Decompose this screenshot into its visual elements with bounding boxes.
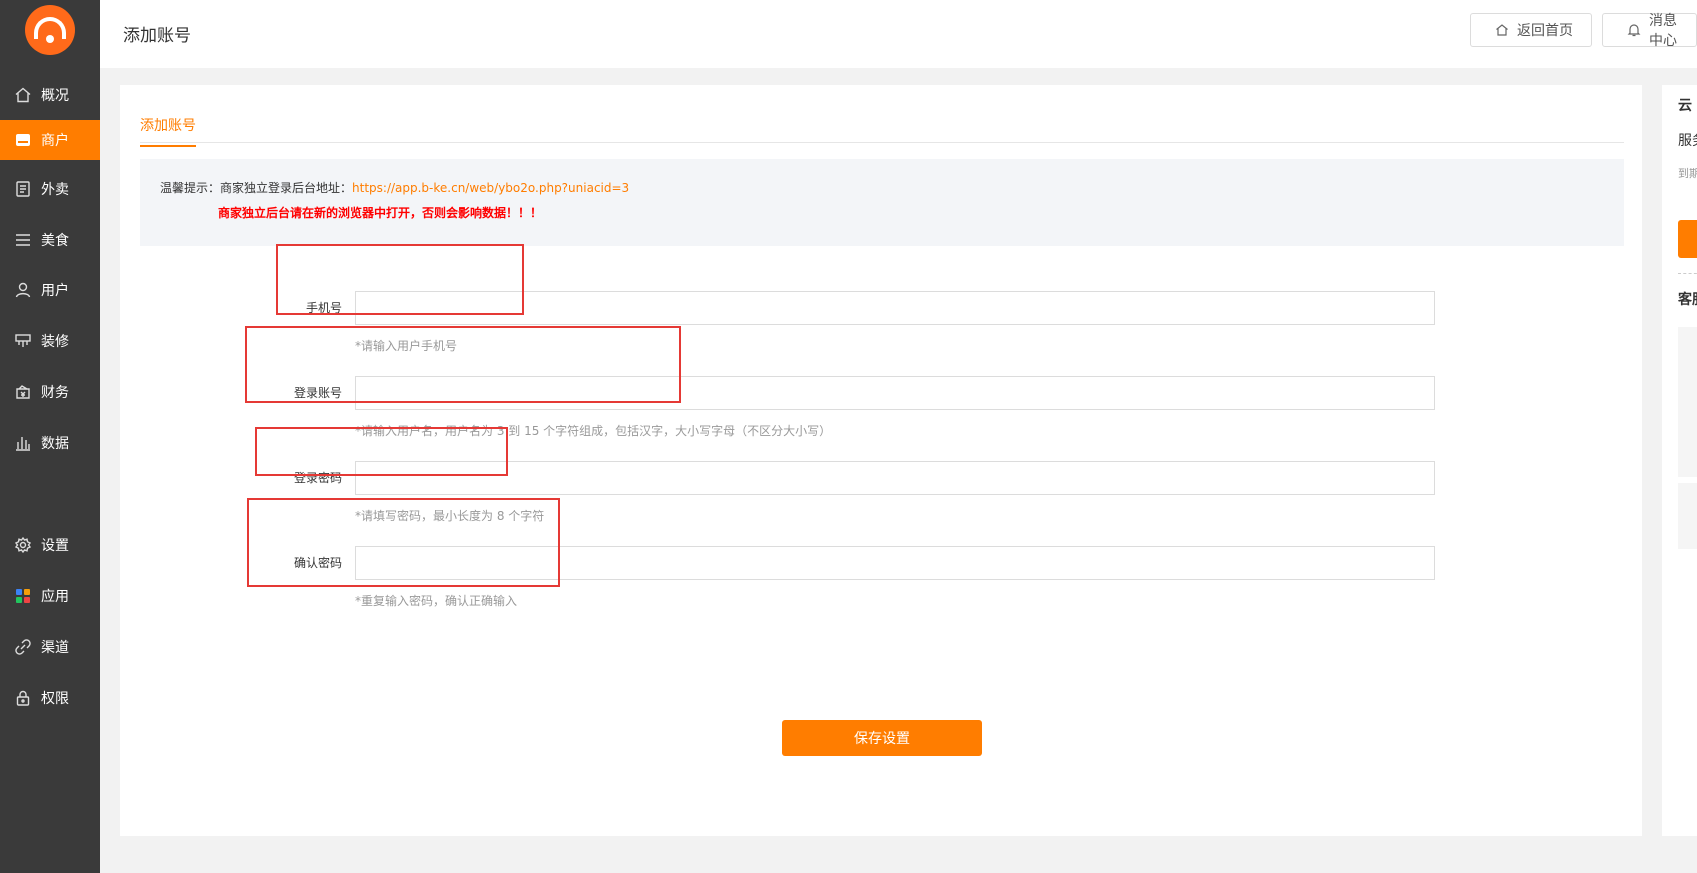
sidebar-item-overview[interactable]: 概况 xyxy=(0,75,100,115)
sidebar-item-label: 概况 xyxy=(41,88,69,104)
notice-line: 温馨提示：商家独立登录后台地址：https://app.b-ke.cn/web/… xyxy=(160,179,1604,196)
page-title: 添加账号 xyxy=(123,26,191,46)
sidebar-item-apps[interactable]: 应用 xyxy=(0,576,100,616)
logo[interactable] xyxy=(25,5,75,55)
user-icon xyxy=(14,281,32,299)
save-button[interactable]: 保存设置 xyxy=(782,720,982,756)
sidebar-item-label: 装修 xyxy=(41,334,69,350)
notice-prefix: 温馨提示：商家独立登录后台地址： xyxy=(160,181,353,195)
highlight-box xyxy=(245,326,681,403)
home-button[interactable]: 返回首页 xyxy=(1470,13,1592,47)
lock-icon xyxy=(14,689,32,707)
right-panel-action-button[interactable] xyxy=(1678,220,1697,258)
sidebar-item-label: 数据 xyxy=(41,436,69,452)
bell-icon xyxy=(1627,23,1641,37)
sidebar: 概况 商户 外卖 美食 用户 装修 财务 数据 设置 应用 渠道 权限 xyxy=(0,0,100,873)
highlight-box xyxy=(247,498,560,587)
support-card xyxy=(1678,327,1697,477)
home-icon xyxy=(14,86,32,104)
sidebar-item-takeout[interactable]: 外卖 xyxy=(0,169,100,209)
sidebar-item-label: 渠道 xyxy=(41,640,69,656)
sidebar-item-merchant[interactable]: 商户 xyxy=(0,120,100,160)
notice-warning: 商家独立后台请在新的浏览器中打开，否则会影响数据！！！ xyxy=(218,206,543,220)
highlight-box xyxy=(276,244,524,315)
sidebar-item-settings[interactable]: 设置 xyxy=(0,525,100,565)
sidebar-item-label: 权限 xyxy=(41,691,69,707)
home-icon xyxy=(1495,23,1509,37)
sidebar-item-food[interactable]: 美食 xyxy=(0,220,100,260)
decorate-icon xyxy=(14,332,32,350)
divider xyxy=(1678,273,1697,274)
sidebar-item-label: 商户 xyxy=(41,133,69,149)
shop-icon xyxy=(14,131,32,149)
sidebar-item-label: 设置 xyxy=(41,538,69,554)
sidebar-item-label: 应用 xyxy=(41,589,69,605)
message-center-button[interactable]: 消息中心 xyxy=(1602,13,1697,49)
message-center-label: 消息中心 xyxy=(1649,13,1677,49)
right-panel-service: 服务 xyxy=(1678,133,1697,149)
sidebar-item-decorate[interactable]: 装修 xyxy=(0,321,100,361)
sidebar-item-label: 财务 xyxy=(41,385,69,401)
right-panel: 云 服务 到期 客服 xyxy=(1662,85,1697,836)
home-button-label: 返回首页 xyxy=(1517,23,1573,39)
right-panel-title: 云 xyxy=(1678,98,1692,114)
password-input[interactable] xyxy=(355,461,1435,495)
sidebar-item-data[interactable]: 数据 xyxy=(0,423,100,463)
sidebar-item-label: 美食 xyxy=(41,233,69,249)
main-card: 添加账号 温馨提示：商家独立登录后台地址：https://app.b-ke.cn… xyxy=(120,85,1642,836)
topbar: 添加账号 返回首页 消息中心 xyxy=(100,0,1697,68)
notice-box: 温馨提示：商家独立登录后台地址：https://app.b-ke.cn/web/… xyxy=(140,159,1624,246)
finance-icon xyxy=(14,383,32,401)
backend-url-link[interactable]: https://app.b-ke.cn/web/ybo2o.php?uniaci… xyxy=(352,181,629,195)
document-icon xyxy=(14,180,32,198)
right-panel-expire: 到期 xyxy=(1678,167,1697,180)
sidebar-item-label: 用户 xyxy=(41,283,69,299)
tab-divider xyxy=(140,142,1624,143)
apps-icon xyxy=(14,587,32,605)
sidebar-item-permission[interactable]: 权限 xyxy=(0,678,100,718)
link-icon xyxy=(14,638,32,656)
confirm-password-hint: *重复输入密码，确认正确输入 xyxy=(355,594,518,608)
support-card xyxy=(1678,483,1697,549)
highlight-box xyxy=(255,427,508,476)
sidebar-item-label: 外卖 xyxy=(41,182,69,198)
right-panel-support-title: 客服 xyxy=(1678,292,1697,308)
sidebar-item-finance[interactable]: 财务 xyxy=(0,372,100,412)
gear-icon xyxy=(14,536,32,554)
chart-icon xyxy=(14,434,32,452)
sidebar-item-users[interactable]: 用户 xyxy=(0,270,100,310)
sidebar-item-channel[interactable]: 渠道 xyxy=(0,627,100,667)
menu-icon xyxy=(14,231,32,249)
